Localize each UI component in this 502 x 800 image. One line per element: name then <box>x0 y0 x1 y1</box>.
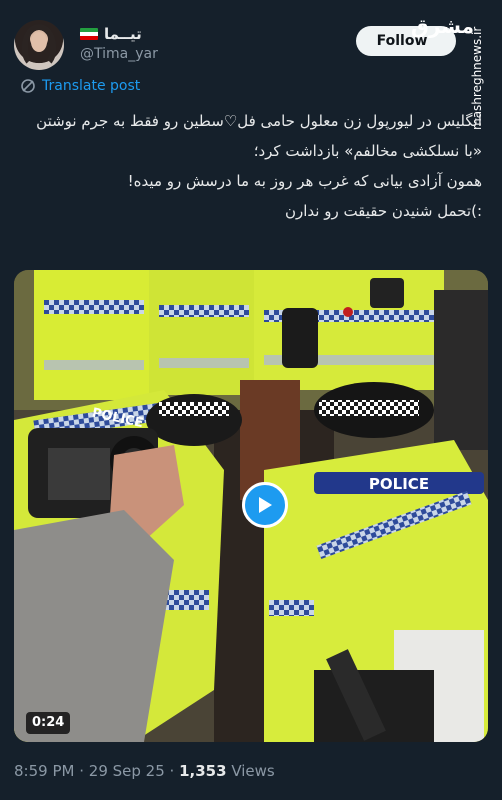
views-count: 1,353 <box>179 762 227 780</box>
avatar[interactable] <box>14 20 64 70</box>
video-player[interactable]: POLICE POLICE <box>14 270 488 742</box>
tweet-line: :)تحمل شنیدن حقیقت رو ندارن <box>284 202 482 220</box>
video-duration: 0:24 <box>26 712 71 734</box>
author-handle[interactable]: @Tima_yar <box>80 46 158 62</box>
meta-separator: · <box>79 762 89 780</box>
author-display-name[interactable]: تیــما <box>104 25 142 43</box>
tweet-line: همون آزادی بیانی که غرب هر روز به ما درس… <box>127 172 482 190</box>
watermark-logo: مشرق <box>410 14 474 38</box>
translate-icon <box>21 79 35 93</box>
meta-separator: · <box>169 762 180 780</box>
views-label: Views <box>231 762 275 780</box>
police-label: POLICE <box>369 475 429 493</box>
post-time[interactable]: 8:59 PM <box>14 762 74 780</box>
tweet-line: انگلیس در لیورپول زن معلول حامی فل♡سطین … <box>36 112 482 160</box>
iran-flag-icon <box>80 28 98 40</box>
play-button[interactable] <box>242 482 288 528</box>
post-date[interactable]: 29 Sep 25 <box>89 762 165 780</box>
avatar-face <box>31 32 47 52</box>
translate-row[interactable]: Translate post <box>20 78 140 94</box>
author-name-row[interactable]: تیــما <box>80 25 142 43</box>
tweet-meta: 8:59 PM · 29 Sep 25 · 1,353 Views <box>14 762 275 780</box>
play-icon <box>259 497 272 513</box>
translate-post-link[interactable]: Translate post <box>42 78 140 94</box>
tweet-text: انگلیس در لیورپول زن معلول حامی فل♡سطین … <box>20 106 482 226</box>
